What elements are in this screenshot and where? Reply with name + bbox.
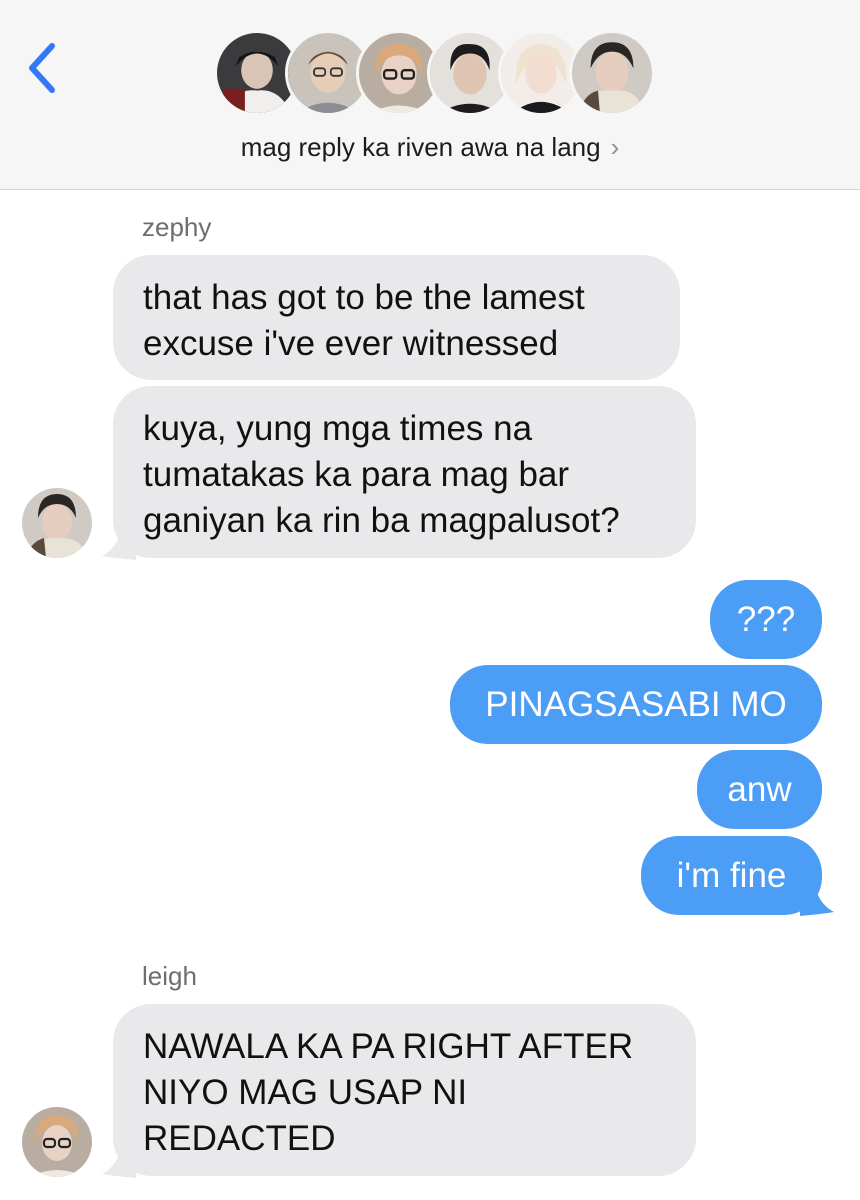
message-text: kuya, yung mga times na tumatakas ka par… xyxy=(143,409,620,540)
message-bubble[interactable]: ??? xyxy=(710,580,822,659)
chevron-right-icon: › xyxy=(610,132,620,162)
conversation-header: mag reply ka riven awa na lang › xyxy=(0,0,860,190)
message-text: ??? xyxy=(736,600,796,639)
sender-name: leigh xyxy=(142,961,197,991)
bubble-tail xyxy=(800,882,834,916)
message-text: NAWALA KA PA RIGHT AFTER NIYO MAG USAP N… xyxy=(143,1027,634,1158)
message-bubble[interactable]: kuya, yung mga times na tumatakas ka par… xyxy=(113,386,696,558)
bubble-tail xyxy=(102,1144,136,1178)
message-text: anw xyxy=(727,770,792,809)
group-name-button[interactable]: mag reply ka riven awa na lang › xyxy=(0,132,860,163)
message-bubble[interactable]: i'm fine xyxy=(641,836,822,915)
message-text: i'm fine xyxy=(676,856,787,895)
avatar xyxy=(569,30,655,116)
message-bubble[interactable]: NAWALA KA PA RIGHT AFTER NIYO MAG USAP N… xyxy=(113,1004,696,1176)
bubble-tail xyxy=(102,526,136,560)
message-text: PINAGSASABI MO xyxy=(485,685,787,724)
message-bubble[interactable]: PINAGSASABI MO xyxy=(450,665,822,744)
message-text: that has got to be the lamest excuse i'v… xyxy=(143,278,585,363)
participant-avatars[interactable] xyxy=(0,0,860,130)
message-bubble[interactable]: that has got to be the lamest excuse i'v… xyxy=(113,255,680,380)
sender-name: zephy xyxy=(142,212,212,242)
message-bubble[interactable]: anw xyxy=(697,750,822,829)
sender-avatar[interactable] xyxy=(22,1107,92,1177)
sender-avatar[interactable] xyxy=(22,488,92,558)
group-name-label: mag reply ka riven awa na lang xyxy=(240,132,601,162)
